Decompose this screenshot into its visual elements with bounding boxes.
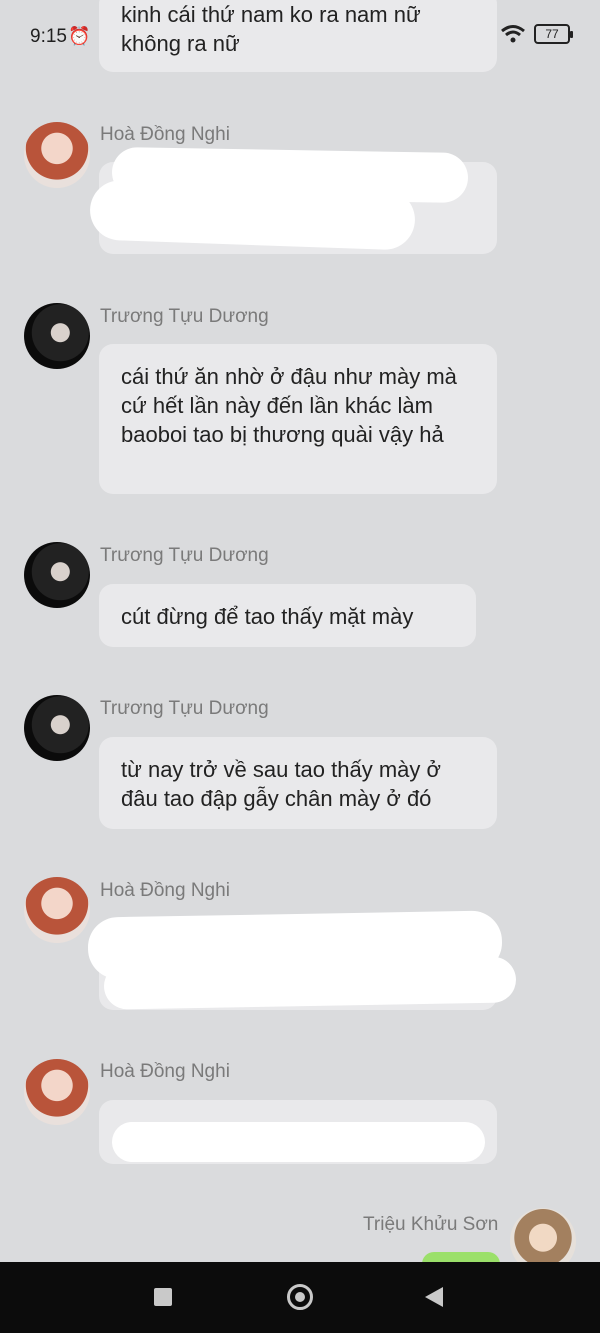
avatar[interactable] xyxy=(24,1059,90,1125)
message-bubble[interactable]: từ nay trở về sau tao thấy mày ở đâu tao… xyxy=(99,737,497,829)
recent-apps-icon[interactable] xyxy=(154,1288,172,1306)
battery-level: 77 xyxy=(545,27,559,41)
redaction-scribble xyxy=(89,179,416,251)
back-icon[interactable] xyxy=(425,1287,443,1307)
sender-name: Hoà Đồng Nghi xyxy=(100,880,230,901)
sender-name: Triệu Khửu Sơn xyxy=(363,1214,499,1235)
redaction-scribble xyxy=(103,956,517,1010)
sender-name: Trương Tựu Dương xyxy=(100,545,269,566)
home-icon[interactable] xyxy=(287,1284,313,1310)
battery-icon: 77 xyxy=(534,24,573,44)
message-text: cút đừng để tao thấy mặt mày xyxy=(121,604,414,629)
avatar[interactable] xyxy=(24,303,90,369)
redaction-scribble xyxy=(112,1122,485,1162)
message-text: từ nay trở về sau tao thấy mày ở đâu tao… xyxy=(121,757,441,811)
alarm-icon: ⏰ xyxy=(68,26,91,46)
sender-name: Hoà Đồng Nghi xyxy=(100,124,230,145)
avatar[interactable] xyxy=(24,695,90,761)
message-text: kinh cái thứ nam ko ra nam nữ không ra n… xyxy=(121,2,421,56)
message-bubble[interactable]: cái thứ ăn nhờ ở đậu như mày mà cứ hết l… xyxy=(99,344,497,494)
avatar[interactable] xyxy=(24,122,90,188)
avatar[interactable] xyxy=(24,542,90,608)
message-bubble[interactable]: kinh cái thứ nam ko ra nam nữ không ra n… xyxy=(99,0,497,72)
wifi-icon xyxy=(501,25,525,43)
navigation-bar xyxy=(0,1262,600,1333)
sender-name: Hoà Đồng Nghi xyxy=(100,1061,230,1082)
status-time: 9:15 xyxy=(30,26,67,47)
message-bubble[interactable]: cút đừng để tao thấy mặt mày xyxy=(99,584,476,647)
avatar[interactable] xyxy=(24,877,90,943)
sender-name: Trương Tựu Dương xyxy=(100,306,269,327)
message-text: cái thứ ăn nhờ ở đậu như mày mà cứ hết l… xyxy=(121,364,457,447)
sender-name: Trương Tựu Dương xyxy=(100,698,269,719)
